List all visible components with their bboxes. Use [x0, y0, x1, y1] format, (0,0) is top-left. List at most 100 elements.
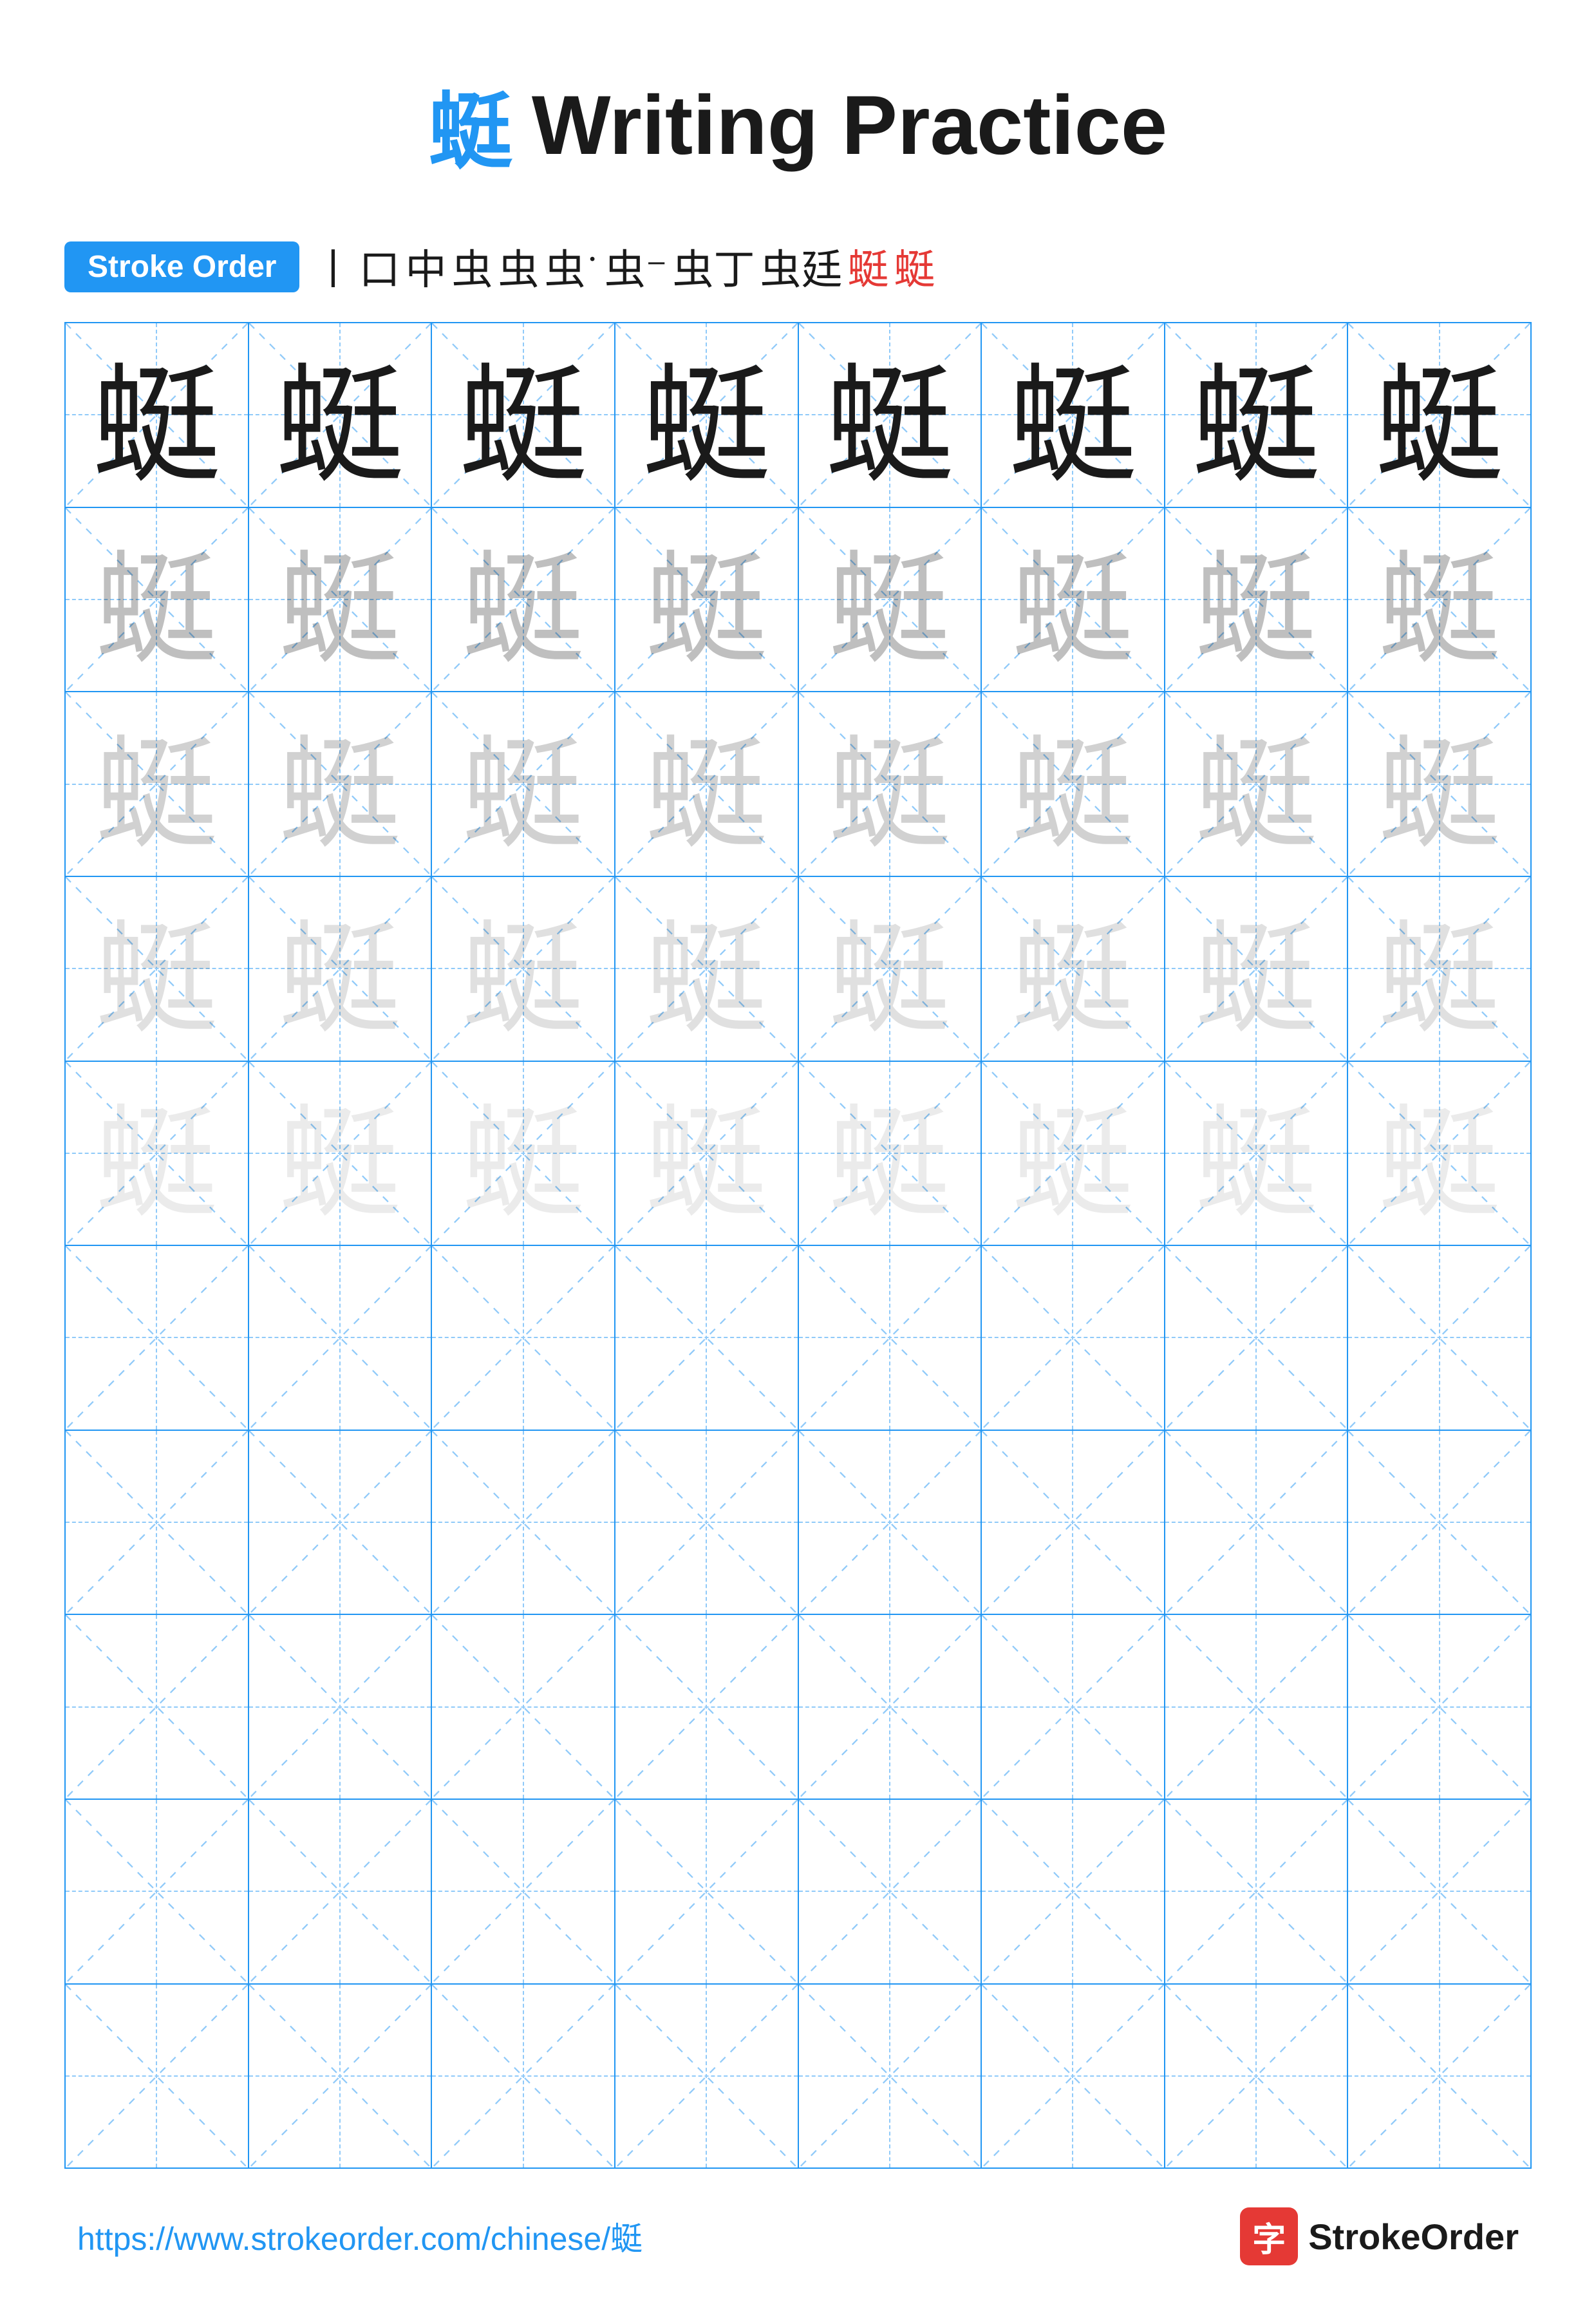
grid-cell[interactable]: [615, 1246, 799, 1430]
grid-cell[interactable]: 蜓: [432, 1062, 615, 1245]
grid-cell[interactable]: [1348, 1431, 1530, 1614]
grid-cell[interactable]: 蜓: [249, 1062, 433, 1245]
grid-cell[interactable]: 蜓: [66, 1062, 249, 1245]
grid-cell[interactable]: [1348, 1246, 1530, 1430]
grid-cell[interactable]: [1165, 1615, 1349, 1799]
grid-cell[interactable]: 蜓: [615, 1062, 799, 1245]
grid-cell[interactable]: 蜓: [982, 877, 1165, 1061]
grid-cell[interactable]: 蜓: [66, 692, 249, 876]
grid-cell[interactable]: 蜓: [1165, 323, 1349, 507]
grid-cell[interactable]: 蜓: [1348, 1062, 1530, 1245]
practice-char: 蜓: [1011, 511, 1134, 688]
grid-cell[interactable]: 蜓: [249, 692, 433, 876]
grid-cell[interactable]: [249, 1615, 433, 1799]
stroke-steps: 丨 口 中 虫 虫 虫˙ 虫⁻ 虫丁 虫廷 蜓 蜓: [312, 237, 935, 296]
grid-cell[interactable]: 蜓: [1165, 508, 1349, 692]
grid-cell[interactable]: [66, 1985, 249, 2168]
practice-char: 蜓: [645, 1064, 767, 1242]
grid-cell[interactable]: 蜓: [432, 323, 615, 507]
grid-cell[interactable]: [249, 1246, 433, 1430]
grid-cell[interactable]: [982, 1431, 1165, 1614]
grid-cell[interactable]: 蜓: [1348, 692, 1530, 876]
grid-cell[interactable]: [249, 1431, 433, 1614]
grid-cell[interactable]: [432, 1800, 615, 1983]
grid-cell[interactable]: [66, 1431, 249, 1614]
practice-grid: 蜓 蜓 蜓 蜓 蜓 蜓 蜓 蜓: [64, 322, 1532, 2169]
grid-cell[interactable]: [799, 1800, 982, 1983]
grid-cell[interactable]: [982, 1615, 1165, 1799]
grid-cell[interactable]: 蜓: [66, 323, 249, 507]
grid-cell[interactable]: [1348, 1985, 1530, 2168]
grid-cell[interactable]: [799, 1431, 982, 1614]
footer-brand: 字 StrokeOrder: [1240, 2207, 1519, 2265]
grid-cell[interactable]: 蜓: [1165, 877, 1349, 1061]
grid-cell[interactable]: [1165, 1985, 1349, 2168]
grid-cell[interactable]: [432, 1246, 615, 1430]
grid-cell[interactable]: [615, 1615, 799, 1799]
grid-cell[interactable]: [982, 1800, 1165, 1983]
grid-cell[interactable]: 蜓: [982, 1062, 1165, 1245]
grid-cell[interactable]: [799, 1985, 982, 2168]
grid-cell[interactable]: 蜓: [432, 692, 615, 876]
grid-cell[interactable]: [432, 1985, 615, 2168]
practice-char: 蜓: [279, 695, 401, 873]
grid-cell[interactable]: [66, 1800, 249, 1983]
grid-cell[interactable]: [432, 1431, 615, 1614]
grid-cell[interactable]: [1165, 1246, 1349, 1430]
practice-char: 蜓: [95, 695, 218, 873]
grid-cell[interactable]: 蜓: [249, 508, 433, 692]
stroke-step-4: 虫: [451, 237, 493, 296]
grid-cell[interactable]: [982, 1246, 1165, 1430]
grid-cell[interactable]: [1165, 1431, 1349, 1614]
grid-cell[interactable]: 蜓: [799, 323, 982, 507]
grid-cell[interactable]: [66, 1246, 249, 1430]
grid-cell[interactable]: 蜓: [799, 1062, 982, 1245]
grid-cell[interactable]: [432, 1615, 615, 1799]
practice-char: 蜓: [825, 323, 954, 507]
grid-cell[interactable]: [799, 1246, 982, 1430]
grid-cell[interactable]: 蜓: [799, 692, 982, 876]
practice-char: 蜓: [459, 323, 588, 507]
grid-cell[interactable]: 蜓: [982, 508, 1165, 692]
grid-cell[interactable]: [799, 1615, 982, 1799]
grid-cell[interactable]: 蜓: [799, 508, 982, 692]
grid-cell[interactable]: [1348, 1615, 1530, 1799]
grid-cell[interactable]: 蜓: [432, 877, 615, 1061]
grid-cell[interactable]: 蜓: [615, 508, 799, 692]
stroke-step-11: 蜓: [894, 237, 935, 296]
grid-cell[interactable]: [249, 1985, 433, 2168]
practice-char: 蜓: [1378, 880, 1501, 1057]
grid-cell[interactable]: 蜓: [66, 877, 249, 1061]
stroke-step-6: 虫˙: [544, 237, 599, 296]
grid-cell[interactable]: 蜓: [615, 323, 799, 507]
grid-cell[interactable]: [615, 1985, 799, 2168]
grid-cell[interactable]: [615, 1431, 799, 1614]
grid-cell[interactable]: 蜓: [982, 692, 1165, 876]
grid-cell[interactable]: [1165, 1800, 1349, 1983]
page-title: 蜓 Writing Practice: [429, 64, 1167, 185]
grid-cell[interactable]: 蜓: [432, 508, 615, 692]
grid-cell[interactable]: [615, 1800, 799, 1983]
grid-cell[interactable]: 蜓: [799, 877, 982, 1061]
grid-row: [66, 1985, 1530, 2168]
footer-url[interactable]: https://www.strokeorder.com/chinese/蜓: [77, 2213, 643, 2260]
practice-char: 蜓: [279, 1064, 401, 1242]
grid-cell[interactable]: [249, 1800, 433, 1983]
grid-cell[interactable]: 蜓: [615, 692, 799, 876]
grid-cell[interactable]: 蜓: [982, 323, 1165, 507]
grid-cell[interactable]: 蜓: [1348, 877, 1530, 1061]
practice-char: 蜓: [95, 511, 218, 688]
grid-cell[interactable]: 蜓: [249, 877, 433, 1061]
grid-cell[interactable]: [982, 1985, 1165, 2168]
grid-cell[interactable]: 蜓: [1165, 1062, 1349, 1245]
practice-char: 蜓: [1378, 1064, 1501, 1242]
grid-cell[interactable]: 蜓: [615, 877, 799, 1061]
grid-cell[interactable]: 蜓: [1348, 508, 1530, 692]
grid-cell[interactable]: [1348, 1800, 1530, 1983]
grid-cell[interactable]: 蜓: [1165, 692, 1349, 876]
grid-cell[interactable]: 蜓: [66, 508, 249, 692]
grid-cell[interactable]: 蜓: [1348, 323, 1530, 507]
stroke-step-10: 蜓: [848, 237, 889, 296]
grid-cell[interactable]: 蜓: [249, 323, 433, 507]
grid-cell[interactable]: [66, 1615, 249, 1799]
